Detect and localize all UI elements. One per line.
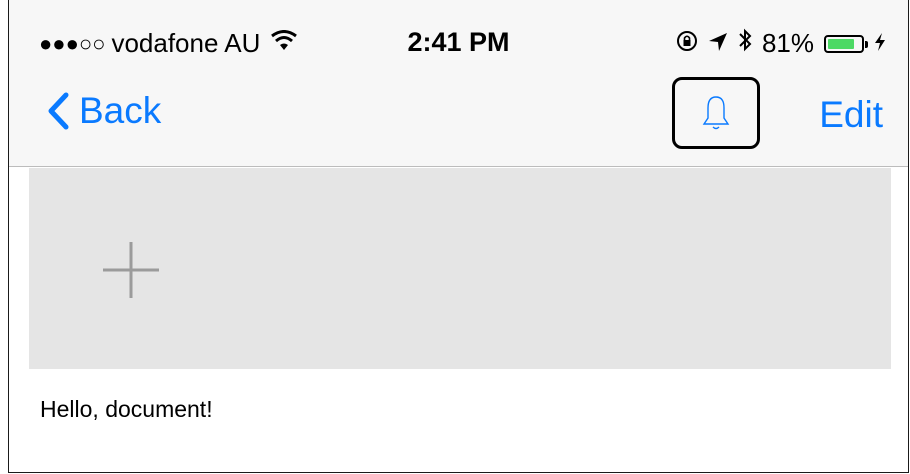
battery-level [828, 38, 854, 49]
charging-icon [874, 28, 886, 59]
bell-icon [702, 96, 730, 130]
document-text: Hello, document! [40, 396, 213, 422]
battery-percent: 81% [761, 28, 814, 58]
bell-button[interactable] [672, 77, 760, 149]
edit-button[interactable]: Edit [819, 94, 883, 136]
chevron-left-icon [48, 92, 69, 130]
add-document-area[interactable] [29, 168, 891, 369]
location-icon [708, 28, 728, 59]
bluetooth-icon [738, 28, 752, 59]
battery-icon [824, 34, 868, 53]
navigation-bar: Back Edit [9, 60, 908, 167]
plus-icon[interactable] [101, 240, 161, 300]
back-label: Back [79, 90, 162, 131]
status-right: 81% [676, 28, 886, 59]
rotation-lock-icon [676, 28, 698, 59]
app-frame: ●●●○○ vodafone AU 2:41 PM 81% Back Edit … [8, 0, 909, 473]
back-button[interactable]: Back [47, 90, 161, 132]
